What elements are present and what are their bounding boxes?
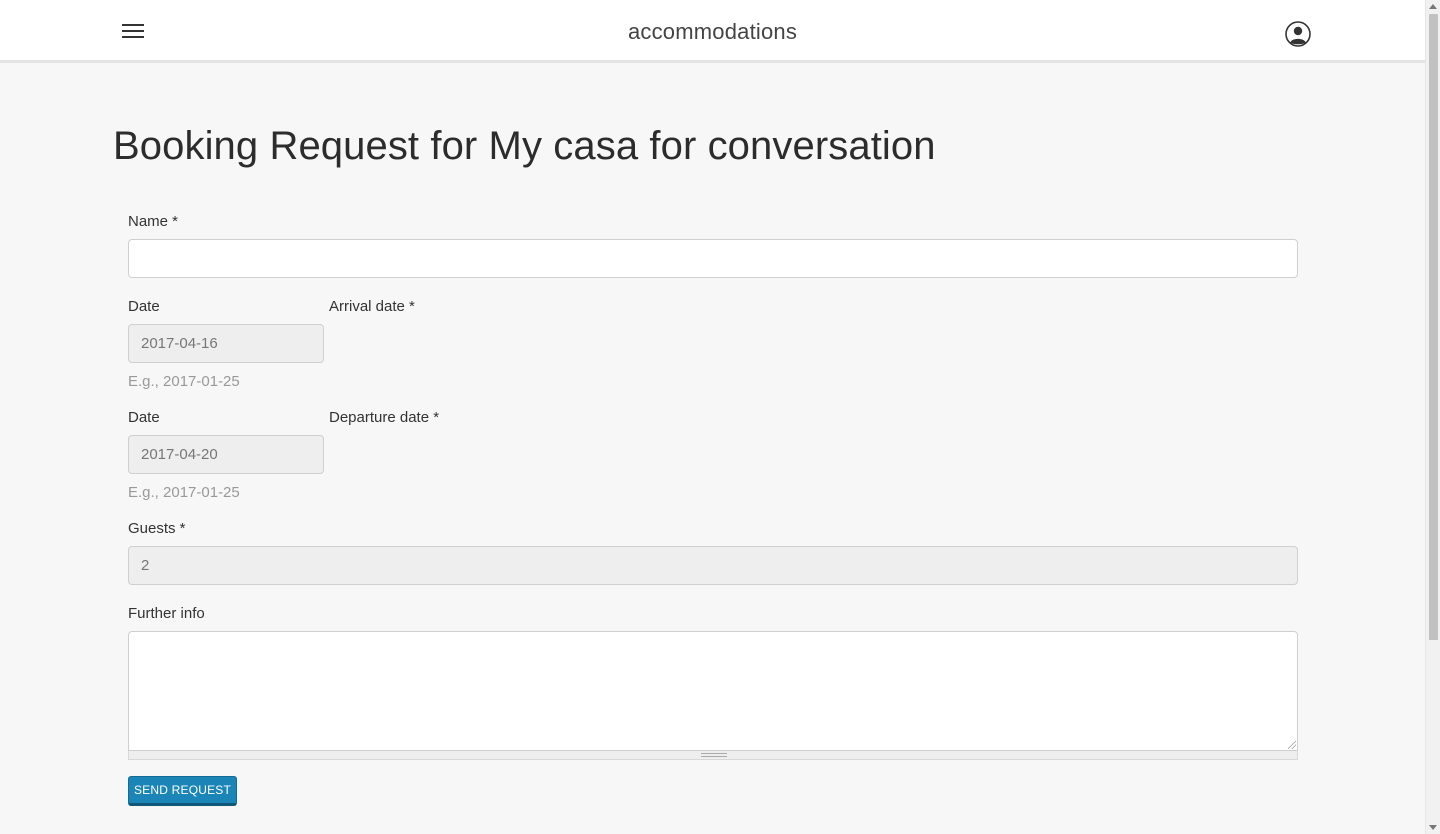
brand-title[interactable]: accommodations <box>0 19 1425 45</box>
scroll-up-arrow-icon[interactable] <box>1429 4 1437 9</box>
further-info-textarea[interactable] <box>128 631 1298 751</box>
name-label: Name * <box>128 213 179 230</box>
send-request-button[interactable]: SEND REQUEST <box>128 776 237 806</box>
scroll-down-arrow-icon[interactable] <box>1429 825 1437 830</box>
page: accommodations Booking Request for My ca… <box>0 0 1425 834</box>
departure-date-hint: E.g., 2017-01-25 <box>128 484 240 501</box>
scrollbar-thumb[interactable] <box>1429 14 1438 640</box>
page-scrollbar[interactable] <box>1425 0 1440 834</box>
top-navbar: accommodations <box>0 0 1425 63</box>
user-account-icon[interactable] <box>1284 20 1312 48</box>
departure-date-sublabel: Date <box>128 409 160 426</box>
departure-date-input[interactable] <box>128 435 324 474</box>
arrival-date-input[interactable] <box>128 324 324 363</box>
guests-label: Guests * <box>128 520 186 537</box>
guests-input[interactable] <box>128 546 1298 585</box>
further-info-label: Further info <box>128 605 205 622</box>
page-title: Booking Request for My casa for conversa… <box>113 124 936 168</box>
departure-date-label: Departure date * <box>329 409 440 426</box>
textarea-resize-corner-icon[interactable] <box>1288 741 1296 749</box>
textarea-resize-handle[interactable] <box>128 751 1298 760</box>
arrival-date-hint: E.g., 2017-01-25 <box>128 373 240 390</box>
arrival-date-label: Arrival date * <box>329 298 415 315</box>
grip-lines-icon <box>701 753 727 757</box>
name-input[interactable] <box>128 239 1298 278</box>
arrival-date-sublabel: Date <box>128 298 160 315</box>
